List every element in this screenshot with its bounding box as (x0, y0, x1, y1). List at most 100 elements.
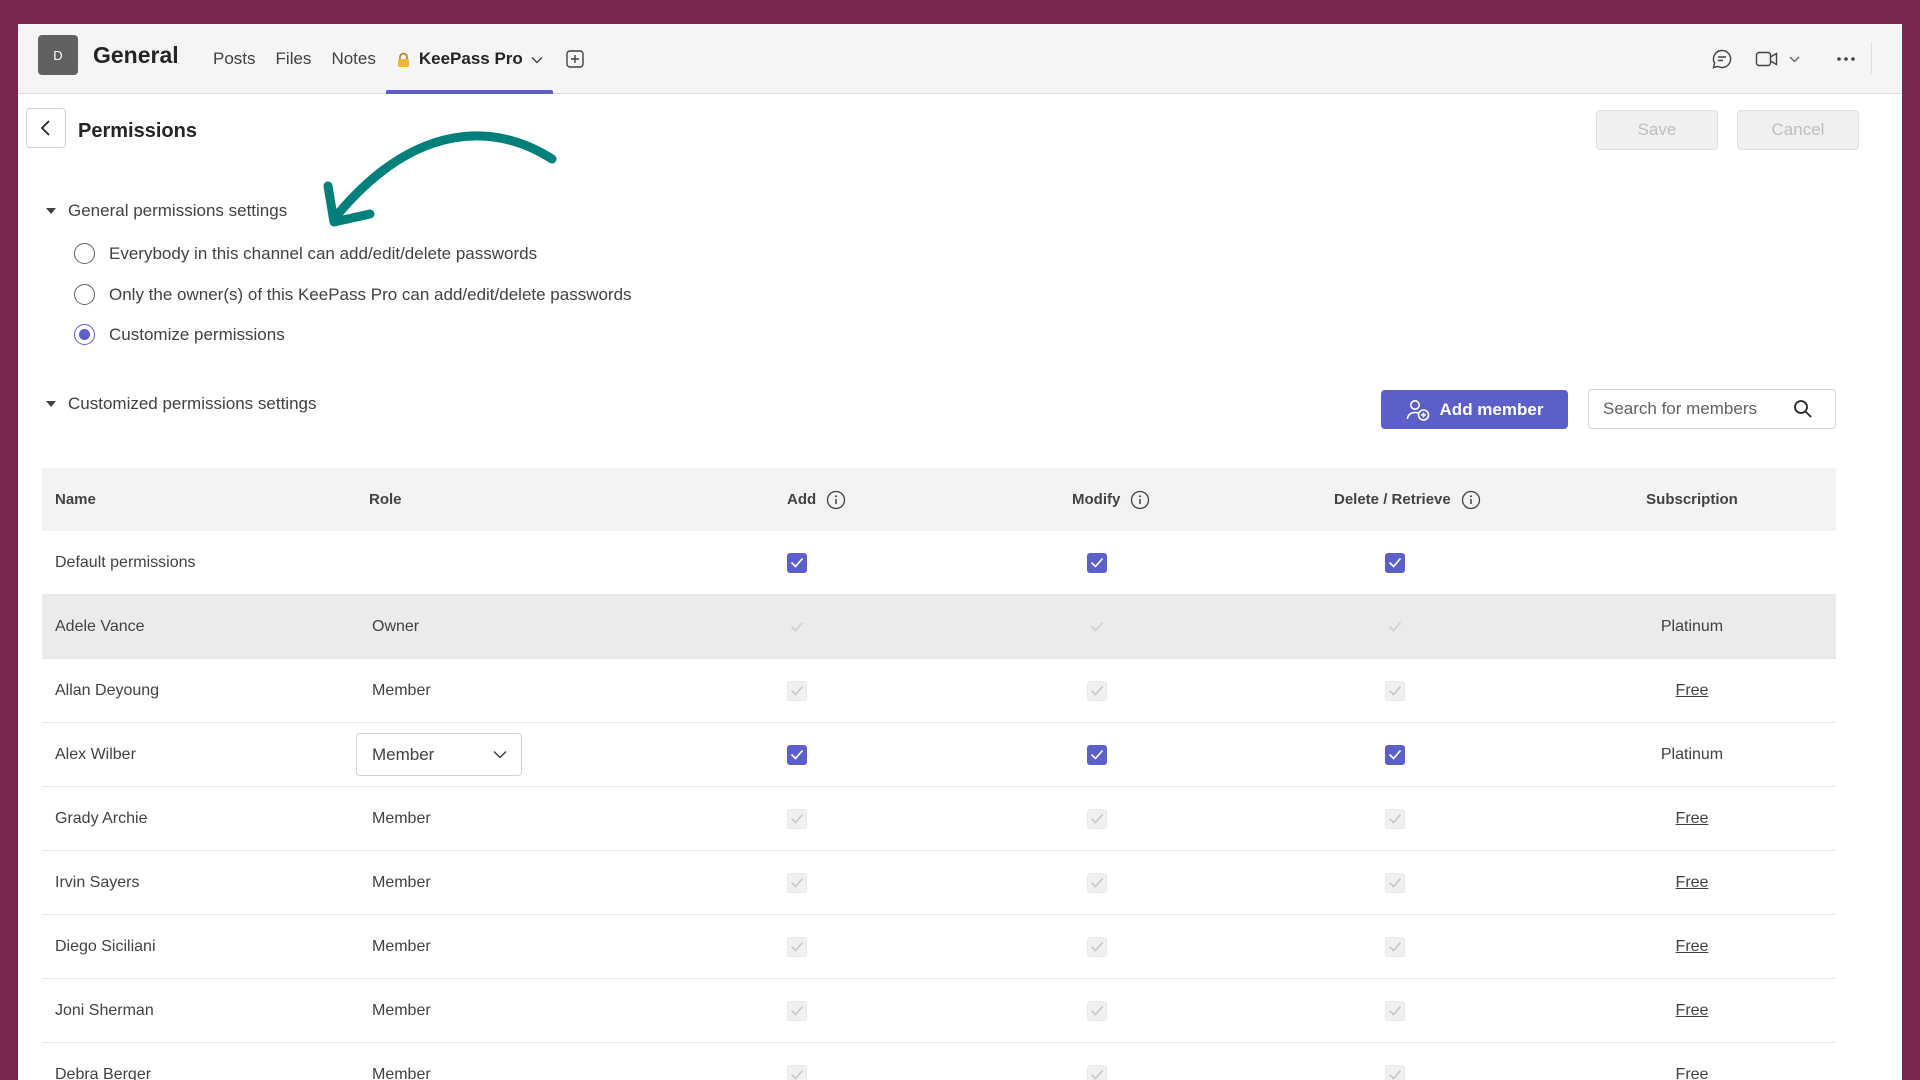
role-dropdown[interactable]: Member (356, 733, 522, 776)
info-icon[interactable] (826, 490, 846, 510)
chevron-down-icon[interactable] (531, 49, 543, 69)
permission-checkbox[interactable] (787, 744, 807, 765)
subscription-value[interactable]: Free (1676, 1002, 1709, 1020)
back-button[interactable] (26, 108, 66, 148)
delete-cell (1385, 723, 1405, 786)
member-name: Grady Archie (55, 809, 148, 827)
permission-checkbox (787, 680, 807, 701)
caret-down-icon (46, 208, 56, 214)
permission-checkbox (1385, 1000, 1405, 1021)
column-label: Delete / Retrieve (1334, 491, 1451, 508)
permission-checkbox (1385, 680, 1405, 701)
permission-checkbox (787, 808, 807, 829)
column-header-delete: Delete / Retrieve (1334, 468, 1481, 531)
annotation-arrow-icon (323, 131, 557, 227)
column-header-name: Name (55, 491, 96, 508)
radio-owners-only[interactable]: Only the owner(s) of this KeePass Pro ca… (74, 284, 632, 305)
chevron-down-icon (493, 750, 507, 759)
modify-cell (1087, 1043, 1107, 1080)
radio-button[interactable] (74, 243, 95, 264)
search-input[interactable] (1603, 399, 1793, 419)
chat-icon[interactable] (1711, 48, 1733, 70)
role-cell: Member (372, 1065, 431, 1080)
permission-checkbox (787, 936, 807, 957)
delete-cell (1385, 915, 1405, 978)
tab-label: Files (275, 49, 312, 68)
permissions-table: Name Role Add Modify Delete / Retrieve S… (42, 468, 1836, 1080)
tab-label: Posts (213, 49, 256, 68)
subscription-value[interactable]: Free (1676, 1066, 1709, 1080)
table-row: Irvin Sayers Member Free (42, 851, 1836, 915)
modify-cell (1087, 851, 1107, 914)
member-name: Default permissions (55, 553, 196, 571)
cancel-button[interactable]: Cancel (1737, 110, 1859, 150)
info-icon[interactable] (1130, 490, 1150, 510)
permission-checkbox[interactable] (1087, 552, 1107, 573)
subscription-value: Platinum (1660, 617, 1724, 635)
add-member-button[interactable]: Add member (1381, 390, 1568, 429)
info-icon[interactable] (1461, 490, 1481, 510)
member-search[interactable] (1588, 389, 1836, 429)
tab-keepass-pro[interactable]: KeePass Pro (385, 24, 553, 94)
permission-checkbox[interactable] (1385, 552, 1405, 573)
tab-files[interactable]: Files (266, 24, 322, 94)
delete-cell (1385, 531, 1405, 594)
subscription-value[interactable]: Free (1676, 874, 1709, 892)
radio-everybody[interactable]: Everybody in this channel can add/edit/d… (74, 243, 537, 264)
permission-checkbox[interactable] (1385, 744, 1405, 765)
permission-checkbox (1385, 617, 1405, 637)
role-cell: Member (372, 1001, 431, 1019)
chevron-down-icon[interactable] (1789, 56, 1800, 63)
modify-cell (1087, 915, 1107, 978)
subscription-value[interactable]: Free (1676, 810, 1709, 828)
subscription-cell: Free (1592, 979, 1792, 1042)
subscription-cell (1592, 531, 1792, 594)
radio-button[interactable] (74, 284, 95, 305)
permission-checkbox (1087, 936, 1107, 957)
table-row: Alex Wilber Member Platinum (42, 723, 1836, 787)
delete-cell (1385, 787, 1405, 850)
general-permissions-toggle[interactable]: General permissions settings (46, 201, 287, 221)
radio-label: Customize permissions (109, 324, 285, 344)
table-row: Allan Deyoung Member Free (42, 659, 1836, 723)
radio-customize[interactable]: Customize permissions (74, 324, 285, 345)
customized-permissions-toggle[interactable]: Customized permissions settings (46, 394, 316, 414)
tab-label: KeePass Pro (418, 49, 523, 68)
tab-posts[interactable]: Posts (203, 24, 266, 94)
add-member-label: Add member (1439, 399, 1544, 419)
video-icon[interactable] (1755, 50, 1779, 68)
permission-checkbox[interactable] (1087, 744, 1107, 765)
caret-down-icon (46, 401, 56, 407)
add-cell (787, 1043, 807, 1080)
table-row: Debra Berger Member Free (42, 1043, 1836, 1080)
member-name: Debra Berger (55, 1065, 152, 1080)
subscription-value[interactable]: Free (1676, 938, 1709, 956)
subscription-value[interactable]: Free (1676, 682, 1709, 700)
save-button[interactable]: Save (1596, 110, 1718, 150)
table-row: Diego Siciliani Member Free (42, 915, 1836, 979)
role-cell: Owner (372, 617, 420, 635)
table-row: Adele Vance Owner Platinum (42, 595, 1836, 659)
add-cell (787, 979, 807, 1042)
modify-cell (1087, 979, 1107, 1042)
more-icon[interactable] (1836, 56, 1856, 62)
permission-checkbox (787, 617, 807, 637)
team-avatar[interactable]: D (38, 35, 78, 75)
subscription-value: Platinum (1660, 745, 1724, 763)
add-tab-icon[interactable] (553, 24, 597, 94)
permission-checkbox (1087, 1000, 1107, 1021)
modify-cell (1087, 659, 1107, 722)
modify-cell (1087, 723, 1107, 786)
permission-checkbox (1385, 808, 1405, 829)
permission-checkbox[interactable] (787, 552, 807, 573)
tab-notes[interactable]: Notes (321, 24, 385, 94)
radio-button[interactable] (74, 324, 95, 345)
add-cell (787, 595, 807, 658)
table-row: Joni Sherman Member Free (42, 979, 1836, 1043)
permission-checkbox (1385, 1064, 1405, 1080)
header-actions (1711, 24, 1872, 94)
search-icon[interactable] (1793, 399, 1813, 419)
role-cell: Member (356, 723, 522, 786)
modify-cell (1087, 787, 1107, 850)
lock-icon (396, 52, 411, 67)
